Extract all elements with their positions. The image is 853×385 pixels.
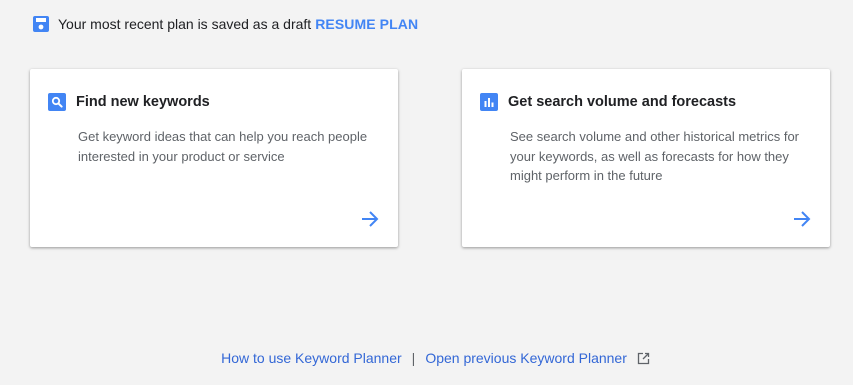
- draft-message: Your most recent plan is saved as a draf…: [58, 16, 312, 32]
- card-title: Get search volume and forecasts: [508, 94, 737, 110]
- arrow-right-icon[interactable]: [360, 209, 380, 229]
- arrow-right-icon[interactable]: [792, 209, 812, 229]
- card-description: See search volume and other historical m…: [510, 129, 800, 183]
- find-new-keywords-card[interactable]: Find new keywords Get keyword ideas that…: [30, 69, 398, 247]
- card-description: Get keyword ideas that can help you reac…: [78, 129, 368, 164]
- open-previous-planner-link[interactable]: Open previous Keyword Planner: [425, 350, 627, 366]
- resume-plan-link[interactable]: RESUME PLAN: [315, 16, 418, 32]
- card-header: Find new keywords: [48, 93, 210, 111]
- card-title: Find new keywords: [76, 94, 210, 110]
- bar-chart-icon: [480, 93, 498, 111]
- how-to-use-link[interactable]: How to use Keyword Planner: [221, 350, 402, 366]
- draft-banner: Your most recent plan is saved as a draf…: [32, 14, 418, 34]
- footer-links: How to use Keyword Planner | Open previo…: [0, 350, 853, 366]
- search-icon: [48, 93, 66, 111]
- card-header: Get search volume and forecasts: [480, 93, 736, 111]
- footer-separator: |: [411, 350, 416, 366]
- open-in-new-icon[interactable]: [637, 352, 650, 365]
- save-icon: [32, 15, 50, 33]
- search-volume-forecasts-card[interactable]: Get search volume and forecasts See sear…: [462, 69, 830, 247]
